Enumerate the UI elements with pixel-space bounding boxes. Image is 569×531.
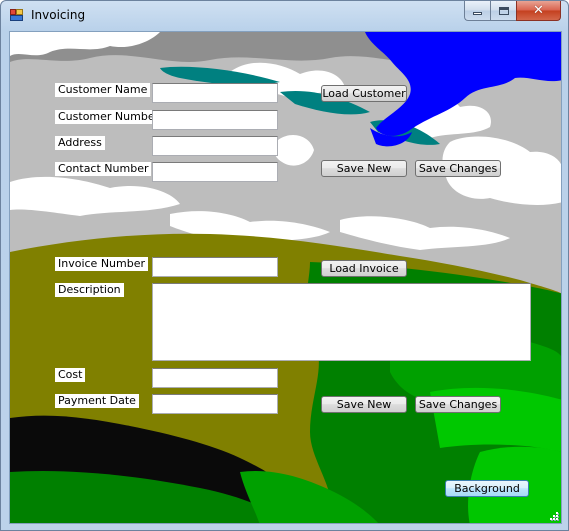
customer-number-field[interactable] (152, 110, 278, 130)
app-icon (10, 9, 24, 21)
minimize-button[interactable] (464, 1, 490, 21)
caption-buttons: ✕ (464, 1, 561, 21)
invoice-save-new-button[interactable]: Save New (321, 396, 407, 413)
payment-date-field[interactable] (152, 394, 278, 414)
invoicing-window: Invoicing ✕ Customer Name Customer Numbe… (0, 0, 569, 531)
customer-save-new-button[interactable]: Save New (321, 160, 407, 177)
form-client-area: Customer Name Customer Number Address Co… (9, 31, 562, 524)
load-customer-button[interactable]: Load Customer (321, 85, 407, 102)
invoice-save-changes-button[interactable]: Save Changes (415, 396, 501, 413)
contact-number-label: Contact Number (55, 162, 152, 176)
contact-number-field[interactable] (152, 162, 278, 182)
customer-name-field[interactable] (152, 83, 278, 103)
description-field[interactable] (152, 283, 531, 361)
window-title: Invoicing (31, 8, 86, 22)
payment-date-label: Payment Date (55, 394, 139, 408)
address-label: Address (55, 136, 105, 150)
close-icon: ✕ (533, 3, 544, 18)
resize-grip-icon[interactable] (549, 511, 559, 521)
close-button[interactable]: ✕ (516, 1, 561, 21)
customer-number-label: Customer Number (55, 110, 163, 124)
cost-field[interactable] (152, 368, 278, 388)
title-bar[interactable]: Invoicing ✕ (1, 1, 568, 31)
customer-save-changes-button[interactable]: Save Changes (415, 160, 501, 177)
background-image (10, 32, 561, 523)
description-label: Description (55, 283, 124, 297)
cost-label: Cost (55, 368, 86, 382)
background-button[interactable]: Background (445, 480, 529, 497)
load-invoice-button[interactable]: Load Invoice (321, 260, 407, 277)
customer-name-label: Customer Name (55, 83, 151, 97)
invoice-number-label: Invoice Number (55, 257, 149, 271)
maximize-icon (498, 6, 509, 15)
invoice-number-field[interactable] (152, 257, 278, 277)
maximize-button[interactable] (490, 1, 516, 21)
minimize-icon (473, 12, 482, 15)
address-field[interactable] (152, 136, 278, 156)
